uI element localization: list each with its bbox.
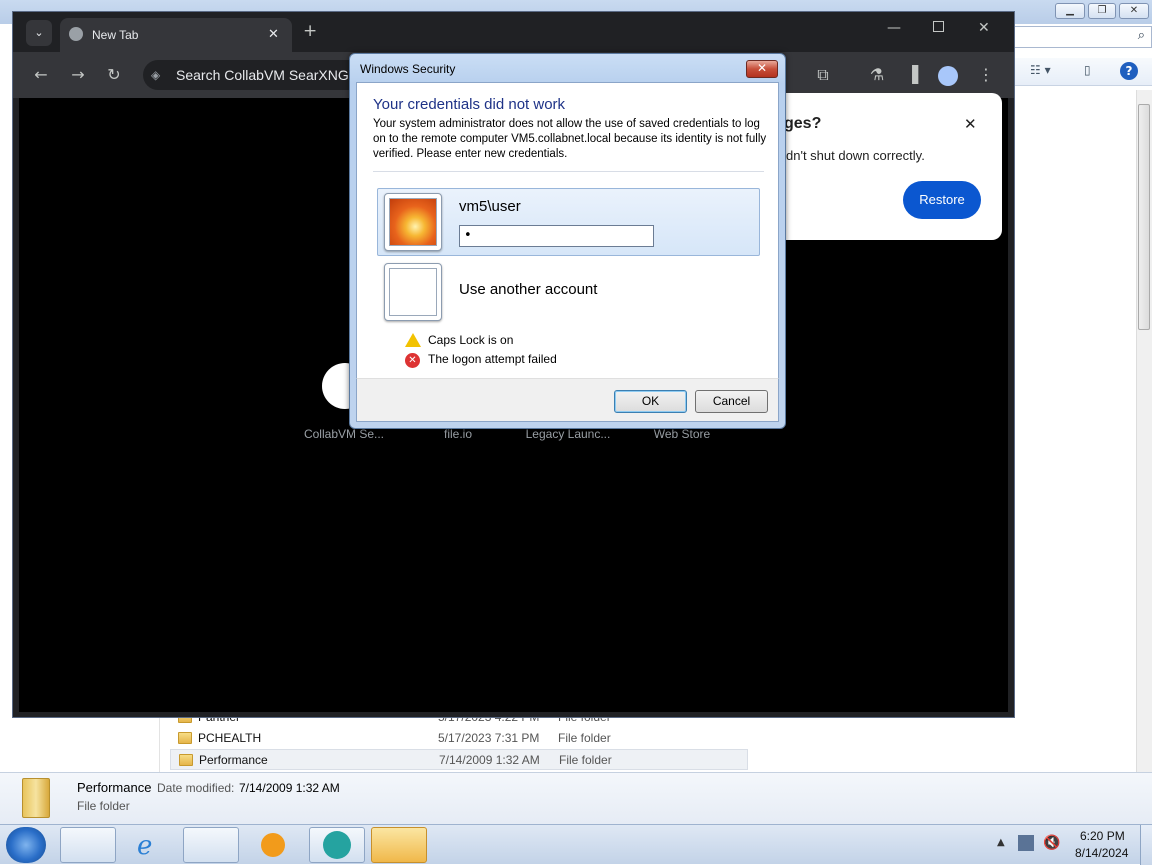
view-options-icon[interactable]: ☷ ▾ (1030, 63, 1051, 77)
explorer-search-box[interactable]: ⌕ (1012, 26, 1152, 48)
scrollbar-thumb[interactable] (1138, 104, 1150, 330)
navigation-pane (0, 718, 160, 772)
dialog-message: Your system administrator does not allow… (373, 118, 767, 160)
maximize-button[interactable]: ❐ (1088, 3, 1116, 19)
site-info-icon[interactable]: ◈ (151, 60, 160, 90)
globe-icon (69, 27, 83, 41)
details-date-label: Date modified: (157, 781, 235, 795)
explorer-toolbar: ☷ ▾ ▯ ? (1012, 58, 1152, 86)
list-item-selected[interactable]: Performance 7/14/2009 1:32 AM File folde… (170, 749, 748, 770)
details-pane: Performance Date modified: 7/14/2009 1:3… (0, 772, 1152, 824)
taskbar-chrome-icon[interactable] (309, 827, 365, 863)
minimize-icon[interactable]: — (887, 20, 901, 36)
labs-icon[interactable]: ⚗ (865, 63, 889, 87)
extensions-icon[interactable]: ⧉ (811, 63, 835, 87)
folder-icon (179, 754, 193, 766)
folder-icon (22, 778, 50, 818)
taskbar-ie-icon[interactable]: e (124, 827, 180, 863)
close-popup-icon[interactable]: ✕ (964, 115, 977, 133)
taskbar-active-app-icon[interactable] (371, 827, 427, 863)
details-name: Performance (77, 780, 152, 795)
password-field[interactable]: • (459, 225, 654, 247)
side-panel-icon[interactable]: ▐ (900, 63, 924, 87)
dialog-heading: Your credentials did not work (373, 96, 566, 113)
folder-icon (178, 732, 192, 744)
tab-title: New Tab (92, 28, 139, 42)
list-item[interactable]: PCHEALTH 5/17/2023 7:31 PM File folder (170, 728, 748, 749)
caps-lock-warning: Caps Lock is on (428, 333, 514, 347)
divider (373, 171, 764, 172)
close-button[interactable]: ✕ (1119, 3, 1149, 19)
network-icon[interactable] (1018, 835, 1034, 851)
preview-pane-icon[interactable]: ▯ (1084, 63, 1091, 77)
ok-button[interactable]: OK (614, 390, 687, 413)
close-window-icon[interactable]: ✕ (978, 20, 990, 36)
cancel-button[interactable]: Cancel (695, 390, 768, 413)
dialog-footer: OK Cancel (356, 378, 779, 422)
show-desktop-button[interactable] (1140, 825, 1152, 865)
show-hidden-icons[interactable]: ▲ (997, 837, 1005, 848)
help-icon[interactable]: ? (1120, 62, 1138, 80)
volume-muted-icon[interactable]: 🔇 (1043, 835, 1060, 851)
details-date-value: 7/14/2009 1:32 AM (239, 781, 340, 795)
taskbar-explorer-icon[interactable] (183, 827, 239, 863)
use-another-account-link[interactable]: Use another account (459, 281, 597, 298)
shortcut-label[interactable]: CollabVM Se... (294, 427, 394, 441)
taskbar-rdp-icon[interactable] (60, 827, 116, 863)
popup-title: ges? (784, 115, 822, 132)
menu-icon[interactable]: ⋮ (974, 63, 998, 87)
reload-icon[interactable]: ↻ (102, 63, 126, 87)
taskbar-media-player-icon[interactable] (246, 827, 302, 863)
logon-failed-error: The logon attempt failed (428, 352, 557, 366)
dialog-close-button[interactable]: ✕ (746, 60, 778, 78)
dialog-title: Windows Security (360, 62, 456, 76)
restore-pages-popup: ges? dn't shut down correctly. ✕ (784, 93, 1002, 240)
clock-date[interactable]: 8/14/2024 (1075, 846, 1128, 860)
tab-search-icon[interactable]: ⌄ (26, 20, 52, 46)
shortcut-label[interactable]: file.io (408, 427, 508, 441)
blank-user-icon (389, 268, 437, 316)
close-tab-icon[interactable]: ✕ (268, 26, 279, 42)
profile-icon[interactable] (938, 66, 958, 86)
tab-strip: ⌄ New Tab ✕ + — ✕ (13, 12, 1014, 52)
minimize-button[interactable]: ▁ (1055, 3, 1085, 19)
maximize-icon[interactable] (933, 21, 944, 32)
forward-icon[interactable]: → (66, 63, 90, 87)
omnibox-text[interactable]: Search CollabVM SearXNG o (176, 60, 360, 90)
clock-time[interactable]: 6:20 PM (1080, 829, 1125, 843)
tab-new-tab[interactable]: New Tab ✕ (60, 18, 292, 52)
shortcut-label[interactable]: Legacy Launc... (518, 427, 618, 441)
new-tab-icon[interactable]: + (303, 21, 317, 41)
warning-icon (405, 333, 421, 347)
back-icon[interactable]: ← (29, 63, 53, 87)
search-icon: ⌕ (1137, 28, 1145, 43)
user-picture (384, 193, 442, 251)
other-account-picture[interactable] (384, 263, 442, 321)
windows-security-dialog: Windows Security ✕ Your credentials did … (349, 53, 786, 429)
account-name: vm5\user (459, 198, 521, 215)
popup-message: dn't shut down correctly. (786, 148, 925, 163)
dialog-body: Your credentials did not work Your syste… (356, 82, 779, 379)
taskbar: e ▲ 🔇 6:20 PM 8/14/2024 (0, 824, 1152, 865)
error-icon: ✕ (405, 353, 420, 368)
restore-button[interactable]: Restore (903, 181, 981, 219)
details-type: File folder (77, 799, 130, 813)
start-button[interactable] (6, 827, 46, 863)
flower-picture-icon (389, 198, 437, 246)
shortcut-label[interactable]: Web Store (632, 427, 732, 441)
